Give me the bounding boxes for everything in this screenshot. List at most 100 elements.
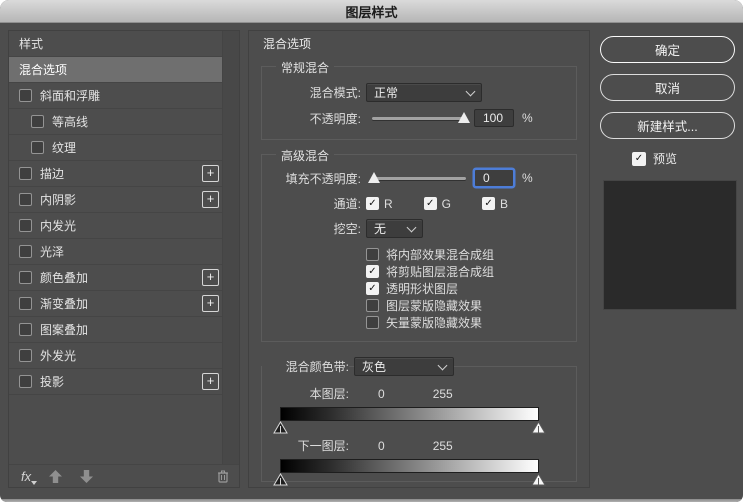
sidebar-item[interactable]: 内阴影 + xyxy=(9,187,223,213)
option-checkbox[interactable] xyxy=(366,248,379,261)
this-layer-gradient-bar xyxy=(280,407,539,421)
fill-opacity-slider[interactable] xyxy=(372,172,466,184)
panel-title: 混合选项 xyxy=(249,31,589,52)
sidebar-item[interactable]: 外发光 xyxy=(9,343,223,369)
fx-menu-icon[interactable]: fx xyxy=(21,469,31,484)
channel-toggle[interactable]: ✓ G xyxy=(424,197,451,211)
chevron-down-icon xyxy=(466,86,476,96)
opacity-slider-thumb[interactable] xyxy=(458,112,470,123)
fill-opacity-slider-thumb[interactable] xyxy=(368,172,380,183)
channel-checkbox[interactable]: ✓ xyxy=(424,197,437,210)
sidebar-item[interactable]: 等高线 xyxy=(9,109,223,135)
option-checkbox[interactable] xyxy=(366,316,379,329)
fill-opacity-input[interactable] xyxy=(474,169,514,187)
effect-checkbox[interactable] xyxy=(19,89,32,102)
effect-checkbox[interactable] xyxy=(19,297,32,310)
new-style-button[interactable]: 新建样式... xyxy=(600,112,735,139)
sidebar-toolbar: fx xyxy=(9,464,239,487)
opacity-unit: % xyxy=(522,111,533,125)
sidebar-item[interactable]: 光泽 xyxy=(9,239,223,265)
channel-label: R xyxy=(384,197,393,211)
channel-checkbox[interactable]: ✓ xyxy=(366,197,379,210)
sidebar-item[interactable]: 斜面和浮雕 xyxy=(9,83,223,109)
advanced-blending-group: 高级混合 填充不透明度: % 通道: ✓ R ✓ G ✓ B 挖空: xyxy=(261,154,577,342)
sidebar-item-label: 投影 xyxy=(40,373,202,390)
sidebar-item[interactable]: 描边 + xyxy=(9,161,223,187)
opacity-slider-track[interactable] xyxy=(372,117,466,120)
advanced-option-row[interactable]: 矢量蒙版隐藏效果 xyxy=(366,314,564,331)
opacity-slider[interactable] xyxy=(372,112,466,124)
sidebar-item-blending-options[interactable]: 混合选项 xyxy=(9,57,223,83)
preview-label: 预览 xyxy=(653,150,677,167)
advanced-options: 将内部效果混合成组 ✓ 将剪贴图层混合成组 ✓ 透明形状图层 图层蒙版隐藏效果 … xyxy=(366,246,564,331)
advanced-option-row[interactable]: ✓ 将剪贴图层混合成组 xyxy=(366,263,564,280)
this-layer-white-thumb[interactable] xyxy=(531,421,546,434)
channel-checkbox[interactable]: ✓ xyxy=(482,197,495,210)
titlebar[interactable]: 图层样式 xyxy=(0,0,743,23)
styles-sidebar: 样式 混合选项 斜面和浮雕 等高线 纹理 描边 + 内阴影 + 内发光 光泽 xyxy=(8,30,240,488)
ok-button[interactable]: 确定 xyxy=(600,36,735,63)
sidebar-item-label: 外发光 xyxy=(40,347,223,364)
move-effect-down-icon[interactable] xyxy=(80,470,93,483)
underlying-layer-min: 0 xyxy=(378,439,385,453)
effect-checkbox[interactable] xyxy=(19,375,32,388)
cancel-button[interactable]: 取消 xyxy=(600,74,735,101)
sidebar-item[interactable]: 纹理 xyxy=(9,135,223,161)
add-effect-icon[interactable]: + xyxy=(202,191,219,208)
sidebar-item[interactable]: 投影 + xyxy=(9,369,223,395)
sidebar-scrollbar[interactable] xyxy=(222,31,239,465)
opacity-label: 不透明度: xyxy=(274,110,361,127)
sidebar-item[interactable]: 颜色叠加 + xyxy=(9,265,223,291)
advanced-option-row[interactable]: 将内部效果混合成组 xyxy=(366,246,564,263)
move-effect-up-icon[interactable] xyxy=(49,470,62,483)
underlying-layer-black-thumb[interactable] xyxy=(273,473,288,486)
sidebar-item[interactable]: 内发光 xyxy=(9,213,223,239)
option-label: 图层蒙版隐藏效果 xyxy=(386,297,482,314)
option-label: 透明形状图层 xyxy=(386,280,458,297)
effect-checkbox[interactable] xyxy=(19,167,32,180)
blending-options-panel: 混合选项 常规混合 混合模式: 正常 不透明度: % xyxy=(248,30,590,488)
option-checkbox[interactable] xyxy=(366,299,379,312)
fill-opacity-slider-track[interactable] xyxy=(372,177,466,180)
effect-checkbox[interactable] xyxy=(19,271,32,284)
underlying-layer-thumbs xyxy=(280,473,539,487)
add-effect-icon[interactable]: + xyxy=(202,269,219,286)
underlying-layer-white-thumb[interactable] xyxy=(531,473,546,486)
add-effect-icon[interactable]: + xyxy=(202,295,219,312)
chevron-down-icon xyxy=(407,222,417,232)
sidebar-item[interactable]: 渐变叠加 + xyxy=(9,291,223,317)
knockout-label: 挖空: xyxy=(274,220,361,237)
sidebar-items: 斜面和浮雕 等高线 纹理 描边 + 内阴影 + 内发光 光泽 颜色叠加 + 渐变… xyxy=(9,83,223,395)
blend-if-row: 混合颜色带: 灰色 xyxy=(262,357,576,376)
effect-checkbox[interactable] xyxy=(31,141,44,154)
advanced-option-row[interactable]: ✓ 透明形状图层 xyxy=(366,280,564,297)
sidebar-item[interactable]: 图案叠加 xyxy=(9,317,223,343)
effect-checkbox[interactable] xyxy=(19,349,32,362)
option-checkbox[interactable]: ✓ xyxy=(366,282,379,295)
opacity-input[interactable] xyxy=(474,109,514,127)
effect-checkbox[interactable] xyxy=(19,193,32,206)
delete-effect-icon[interactable] xyxy=(217,470,229,483)
this-layer-black-thumb[interactable] xyxy=(273,421,288,434)
blend-mode-select[interactable]: 正常 xyxy=(366,83,482,102)
advanced-blending-legend: 高级混合 xyxy=(276,147,334,164)
preview-checkbox[interactable]: ✓ xyxy=(632,152,646,166)
sidebar-item-label: 光泽 xyxy=(40,243,223,260)
effect-checkbox[interactable] xyxy=(31,115,44,128)
advanced-option-row[interactable]: 图层蒙版隐藏效果 xyxy=(366,297,564,314)
add-effect-icon[interactable]: + xyxy=(202,373,219,390)
blend-if-select[interactable]: 灰色 xyxy=(354,357,454,376)
effect-checkbox[interactable] xyxy=(19,323,32,336)
option-checkbox[interactable]: ✓ xyxy=(366,265,379,278)
knockout-select[interactable]: 无 xyxy=(366,219,423,238)
fill-opacity-row: 填充不透明度: % xyxy=(274,169,564,187)
channel-toggle[interactable]: ✓ B xyxy=(482,197,508,211)
effect-checkbox[interactable] xyxy=(19,219,32,232)
effect-checkbox[interactable] xyxy=(19,245,32,258)
add-effect-icon[interactable]: + xyxy=(202,165,219,182)
preview-row: ✓ 预览 xyxy=(632,150,735,167)
fill-opacity-label: 填充不透明度: xyxy=(274,170,361,187)
blend-if-group: 混合颜色带: 灰色 本图层: 0 255 xyxy=(261,366,577,482)
this-layer-min: 0 xyxy=(378,387,385,401)
channel-toggle[interactable]: ✓ R xyxy=(366,197,393,211)
